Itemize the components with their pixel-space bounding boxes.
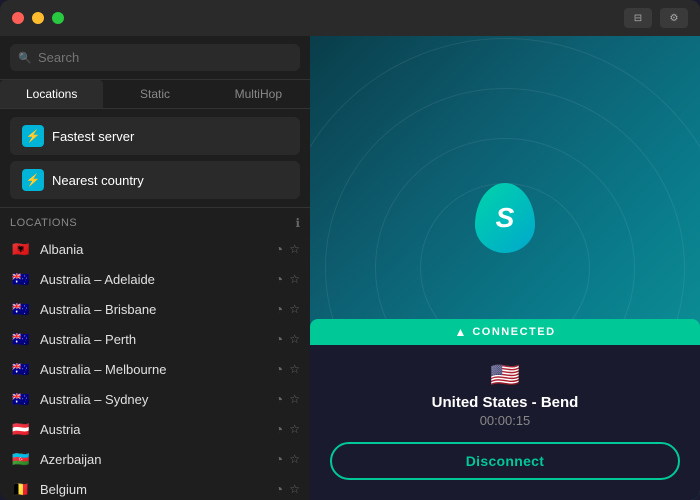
connection-flag: 🇺🇸 <box>490 361 520 390</box>
list-item[interactable]: 🇦🇹 Austria ◔ ☆ <box>0 414 310 444</box>
star-icon[interactable]: ☆ <box>289 362 300 376</box>
location-name: Australia – Perth <box>40 332 267 347</box>
signal-icon: ◔ <box>275 391 283 407</box>
tab-bar: Locations Static MultiHop <box>0 80 310 109</box>
locations-list: 🇦🇱 Albania ◔ ☆ 🇦🇺 Australia – Adelaide ◔… <box>0 234 310 500</box>
signal-icon: ◔ <box>275 361 283 377</box>
list-item[interactable]: 🇦🇱 Albania ◔ ☆ <box>0 234 310 264</box>
list-item[interactable]: 🇧🇪 Belgium ◔ ☆ <box>0 474 310 500</box>
location-name: Austria <box>40 422 267 437</box>
list-item[interactable]: 🇦🇺 Australia – Adelaide ◔ ☆ <box>0 264 310 294</box>
fastest-icon: ⚡ <box>22 125 44 147</box>
signal-icon: ◔ <box>275 271 283 287</box>
location-actions: ◔ ☆ <box>275 271 300 287</box>
list-item[interactable]: 🇦🇺 Australia – Melbourne ◔ ☆ <box>0 354 310 384</box>
right-panel: S ▲ CONNECTED 🇺🇸 United States - Bend 00… <box>310 36 700 500</box>
location-name: Australia – Brisbane <box>40 302 267 317</box>
window-icon[interactable]: ⊟ <box>624 8 652 28</box>
fastest-server-button[interactable]: ⚡ Fastest server <box>10 117 300 155</box>
tab-locations[interactable]: Locations <box>0 80 103 108</box>
location-name: Australia – Melbourne <box>40 362 267 377</box>
star-icon[interactable]: ☆ <box>289 272 300 286</box>
search-input[interactable] <box>10 44 300 71</box>
signal-icon: ◔ <box>275 301 283 317</box>
star-icon[interactable]: ☆ <box>289 482 300 496</box>
signal-icon: ◔ <box>275 421 283 437</box>
location-name: Australia – Adelaide <box>40 272 267 287</box>
connected-status-label: CONNECTED <box>472 326 555 338</box>
flag-au-brisbane: 🇦🇺 <box>10 301 32 317</box>
nearest-country-button[interactable]: ⚡ Nearest country <box>10 161 300 199</box>
nearest-icon: ⚡ <box>22 169 44 191</box>
flag-au-sydney: 🇦🇺 <box>10 391 32 407</box>
main-layout: Locations Static MultiHop ⚡ Fastest serv… <box>0 36 700 500</box>
maximize-button[interactable] <box>52 12 64 24</box>
star-icon[interactable]: ☆ <box>289 332 300 346</box>
location-actions: ◔ ☆ <box>275 451 300 467</box>
star-icon[interactable]: ☆ <box>289 422 300 436</box>
list-item[interactable]: 🇦🇺 Australia – Perth ◔ ☆ <box>0 324 310 354</box>
flag-au-adelaide: 🇦🇺 <box>10 271 32 287</box>
flag-au-perth: 🇦🇺 <box>10 331 32 347</box>
location-name: Albania <box>40 242 267 257</box>
list-item[interactable]: 🇦🇺 Australia – Brisbane ◔ ☆ <box>0 294 310 324</box>
signal-icon: ◔ <box>275 241 283 257</box>
tab-multihop[interactable]: MultiHop <box>207 80 310 108</box>
connection-timer: 00:00:15 <box>330 413 680 428</box>
flag-albania: 🇦🇱 <box>10 241 32 257</box>
settings-icon[interactable]: ⚙ <box>660 8 688 28</box>
logo-shape: S <box>475 183 535 253</box>
connection-server-name: United States - Bend <box>330 394 680 411</box>
search-bar <box>0 36 310 80</box>
locations-section-label: Locations <box>10 217 77 229</box>
minimize-button[interactable] <box>32 12 44 24</box>
location-actions: ◔ ☆ <box>275 241 300 257</box>
tab-static[interactable]: Static <box>103 80 206 108</box>
location-actions: ◔ ☆ <box>275 421 300 437</box>
quick-actions: ⚡ Fastest server ⚡ Nearest country <box>0 109 310 208</box>
logo-letter: S <box>496 202 515 234</box>
vpn-logo: S <box>475 183 535 253</box>
flag-belgium: 🇧🇪 <box>10 481 32 497</box>
location-name: Australia – Sydney <box>40 392 267 407</box>
star-icon[interactable]: ☆ <box>289 242 300 256</box>
list-item[interactable]: 🇦🇺 Australia – Sydney ◔ ☆ <box>0 384 310 414</box>
flag-azerbaijan: 🇦🇿 <box>10 451 32 467</box>
location-actions: ◔ ☆ <box>275 301 300 317</box>
title-bar: ⊟ ⚙ <box>0 0 700 36</box>
connected-tab[interactable]: ▲ CONNECTED <box>310 319 700 345</box>
star-icon[interactable]: ☆ <box>289 452 300 466</box>
locations-header: Locations ℹ <box>0 208 310 234</box>
location-actions: ◔ ☆ <box>275 481 300 497</box>
nearest-country-label: Nearest country <box>52 173 144 188</box>
fastest-server-label: Fastest server <box>52 129 134 144</box>
flag-au-melbourne: 🇦🇺 <box>10 361 32 377</box>
close-button[interactable] <box>12 12 24 24</box>
chevron-up-icon: ▲ <box>454 325 466 339</box>
sidebar: Locations Static MultiHop ⚡ Fastest serv… <box>0 36 310 500</box>
info-icon[interactable]: ℹ <box>295 216 300 230</box>
flag-austria: 🇦🇹 <box>10 421 32 437</box>
disconnect-button[interactable]: Disconnect <box>330 442 680 480</box>
signal-icon: ◔ <box>275 481 283 497</box>
location-name: Azerbaijan <box>40 452 267 467</box>
location-actions: ◔ ☆ <box>275 331 300 347</box>
signal-icon: ◔ <box>275 451 283 467</box>
signal-icon: ◔ <box>275 331 283 347</box>
app-window: ⊟ ⚙ Locations Static MultiHop ⚡ <box>0 0 700 500</box>
connected-panel: ▲ CONNECTED 🇺🇸 United States - Bend 00:0… <box>310 319 700 500</box>
connection-info: 🇺🇸 United States - Bend 00:00:15 Disconn… <box>310 345 700 500</box>
star-icon[interactable]: ☆ <box>289 302 300 316</box>
location-actions: ◔ ☆ <box>275 361 300 377</box>
star-icon[interactable]: ☆ <box>289 392 300 406</box>
location-name: Belgium <box>40 482 267 497</box>
location-actions: ◔ ☆ <box>275 391 300 407</box>
list-item[interactable]: 🇦🇿 Azerbaijan ◔ ☆ <box>0 444 310 474</box>
